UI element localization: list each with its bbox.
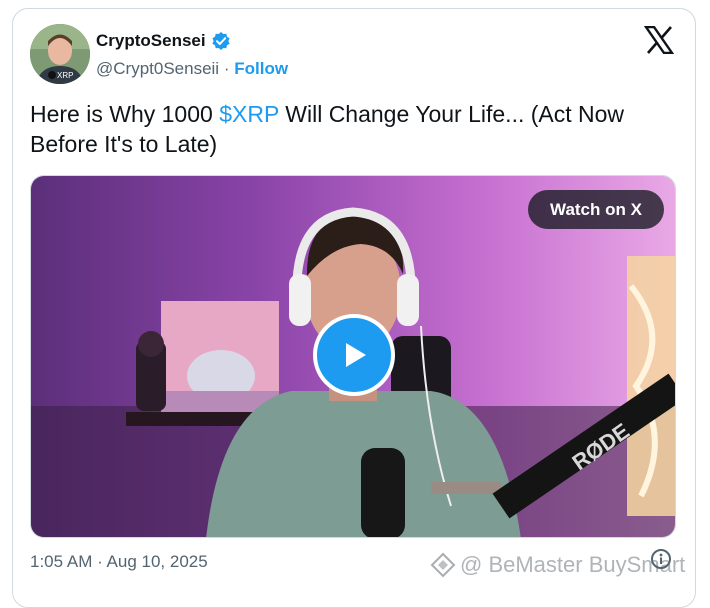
x-logo-icon[interactable] xyxy=(643,25,675,55)
watermark-logo-icon xyxy=(430,552,456,578)
info-icon[interactable] xyxy=(650,548,672,570)
display-name[interactable]: CryptoSensei xyxy=(96,31,206,51)
svg-text:XRP: XRP xyxy=(57,71,73,80)
handle-separator: · xyxy=(223,59,230,78)
verified-badge-icon xyxy=(211,31,231,51)
watch-on-x-button[interactable]: Watch on X xyxy=(528,190,664,229)
tweet-text: Here is Why 1000 $XRP Will Change Your L… xyxy=(30,99,680,159)
tweet-text-start: Here is Why 1000 xyxy=(30,101,220,127)
follow-button[interactable]: Follow xyxy=(234,59,288,78)
author-info: CryptoSensei @Crypt0Senseii · Follow xyxy=(96,31,288,79)
watermark: @ BeMaster BuySmart xyxy=(430,552,685,578)
author-avatar[interactable]: XRP xyxy=(30,24,90,84)
author-handle[interactable]: @Crypt0Senseii xyxy=(96,59,219,78)
cashtag-link[interactable]: $XRP xyxy=(219,101,279,127)
tweet-timestamp[interactable]: 1:05 AM · Aug 10, 2025 xyxy=(30,552,208,572)
play-icon xyxy=(346,343,366,367)
play-button[interactable] xyxy=(313,314,395,396)
